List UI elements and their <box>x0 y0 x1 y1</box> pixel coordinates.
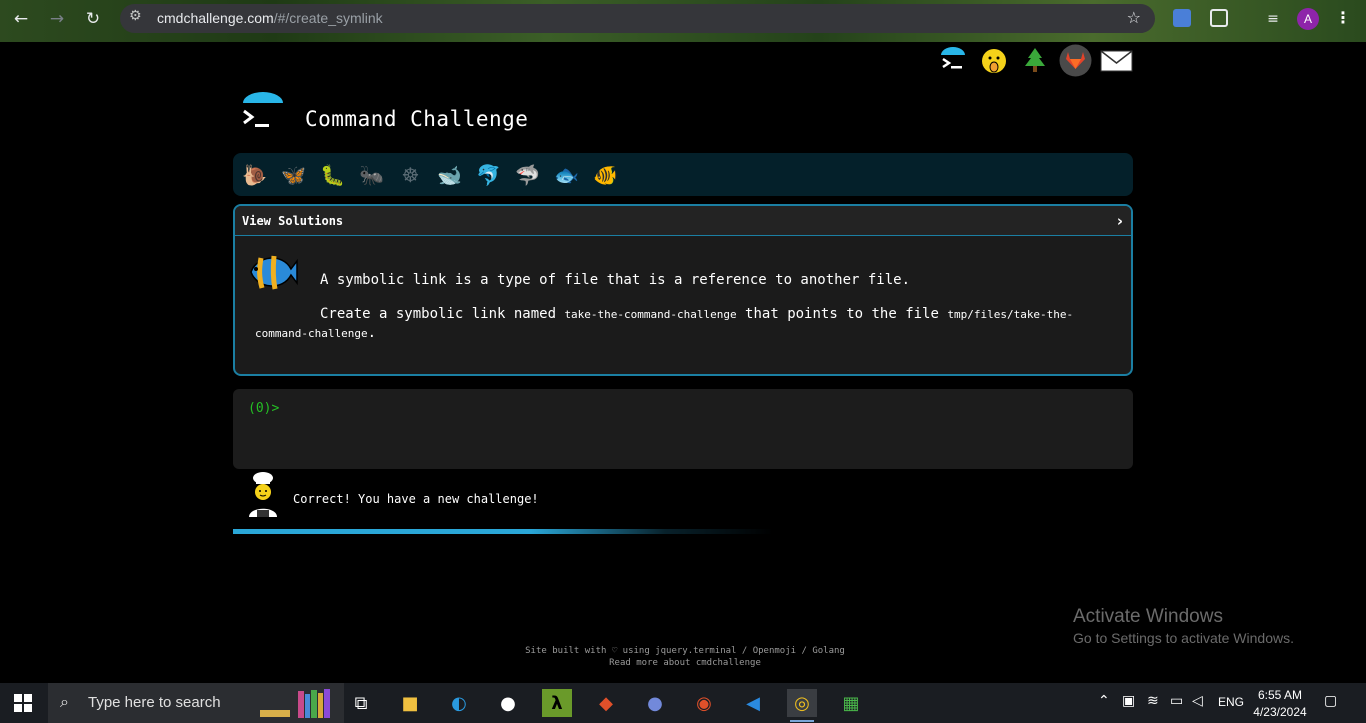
lambda-app-icon[interactable]: λ <box>542 689 572 717</box>
clock[interactable]: 6:55 AM 4/23/2024 <box>1250 687 1310 721</box>
fish-icon[interactable]: 🐟 <box>553 161 580 188</box>
footer-read-more-link[interactable]: Read more about cmdchallenge <box>460 657 910 669</box>
url-text[interactable]: cmdchallenge.com/#/create_symlink <box>157 10 383 26</box>
caterpillar-icon[interactable]: 🐛 <box>319 161 346 188</box>
discord-icon[interactable]: ● <box>640 689 670 717</box>
search-icon: ⌕ <box>60 692 69 711</box>
dolphin-icon[interactable]: 🐬 <box>475 161 502 188</box>
ship-wheel-icon[interactable]: ☸ <box>397 161 424 188</box>
chef-icon <box>249 472 277 517</box>
tree-icon[interactable] <box>1018 44 1051 77</box>
snail-icon[interactable]: 🐌 <box>241 161 268 188</box>
browser-toolbar: ← → ↻ ⚙ cmdchallenge.com/#/create_symlin… <box>0 0 1366 42</box>
terminal[interactable]: (0)> <box>233 389 1133 469</box>
progress-bar <box>233 529 773 534</box>
address-bar[interactable]: ⚙ cmdchallenge.com/#/create_symlink ☆ <box>120 4 1155 33</box>
top-links <box>936 44 1133 77</box>
gitlab-icon[interactable] <box>1059 44 1092 77</box>
butterfly-icon[interactable]: 🦋 <box>280 161 307 188</box>
clock-date: 4/23/2024 <box>1253 705 1307 719</box>
clock-time: 6:55 AM <box>1257 688 1303 702</box>
volume-icon[interactable]: ◁ <box>1192 693 1203 709</box>
notepad-icon[interactable]: ▦ <box>836 689 866 717</box>
search-placeholder: Type here to search <box>88 694 221 711</box>
footer: Site built with ♡ using jquery.terminal … <box>460 645 910 669</box>
battery-icon[interactable]: ▭ <box>1170 693 1183 709</box>
terminal-prompt: (0)> <box>248 401 280 416</box>
meet-now-icon[interactable]: ▣ <box>1122 693 1135 709</box>
level-strip: 🐌 🦋 🐛 🐜 ☸ 🐋 🐬 🦈 🐟 🐠 <box>233 153 1133 196</box>
link-name-code: take-the-command-challenge <box>564 308 737 321</box>
task-view-icon[interactable]: ⧉ <box>346 689 376 717</box>
back-icon[interactable]: ← <box>10 8 32 30</box>
notifications-icon[interactable]: ▢ <box>1324 693 1337 709</box>
forward-icon[interactable]: → <box>46 8 68 30</box>
chrome-icon[interactable]: ◎ <box>787 689 817 722</box>
cmdchallenge-logo-icon[interactable] <box>240 92 286 136</box>
taskbar-search[interactable]: ⌕ Type here to search <box>48 683 344 723</box>
tray-overflow-icon[interactable]: ⌃ <box>1098 693 1110 709</box>
view-solutions-toggle[interactable]: View Solutions › <box>235 206 1131 236</box>
whale-icon[interactable]: 🐋 <box>436 161 463 188</box>
challenge-description-intro: A symbolic link is a type of file that i… <box>320 272 911 288</box>
books-icon <box>260 689 330 718</box>
ant-icon[interactable]: 🐜 <box>358 161 385 188</box>
site-settings-icon[interactable]: ⚙ <box>129 8 142 24</box>
oops-face-icon[interactable] <box>977 44 1010 77</box>
file-explorer-icon[interactable]: ■ <box>395 689 425 717</box>
ubuntu-icon[interactable]: ◉ <box>689 689 719 717</box>
activate-windows-watermark: Activate Windows Go to Settings to activ… <box>1073 606 1294 646</box>
windows-start-icon[interactable] <box>14 694 32 712</box>
profile-avatar[interactable]: A <box>1297 8 1319 30</box>
language-indicator[interactable]: ENG <box>1218 695 1244 709</box>
challenge-description-task: Create a symbolic link named take-the-co… <box>255 306 1074 341</box>
translate-extension-icon[interactable] <box>1173 9 1191 27</box>
bookmark-star-icon[interactable]: ☆ <box>1127 8 1141 27</box>
github-desktop-icon[interactable]: ● <box>493 689 523 717</box>
git-icon[interactable]: ◆ <box>591 689 621 717</box>
taskbar: ⌕ Type here to search ⧉ ■ ◐ ● λ ◆ ● ◉ ◀ … <box>0 683 1366 723</box>
edge-icon[interactable]: ◐ <box>444 689 474 717</box>
reload-icon[interactable]: ↻ <box>82 8 104 30</box>
extensions-puzzle-icon[interactable] <box>1210 9 1228 27</box>
watermark-title: Activate Windows <box>1073 606 1223 627</box>
page-title: Command Challenge <box>305 107 529 131</box>
chevron-right-icon[interactable]: › <box>1117 212 1123 230</box>
tropical-fish-icon[interactable]: 🐠 <box>592 161 619 188</box>
shark-icon[interactable]: 🦈 <box>514 161 541 188</box>
challenge-card: View Solutions › A symbolic link is a ty… <box>233 204 1133 376</box>
watermark-subtitle: Go to Settings to activate Windows. <box>1073 630 1294 646</box>
vscode-icon[interactable]: ◀ <box>738 689 768 717</box>
footer-credits[interactable]: Site built with ♡ using jquery.terminal … <box>460 645 910 657</box>
tropical-fish-icon <box>250 255 298 290</box>
media-control-icon[interactable]: ≡ <box>1262 8 1284 30</box>
status-message: Correct! You have a new challenge! <box>293 492 539 506</box>
email-icon[interactable] <box>1100 44 1133 77</box>
wifi-icon[interactable]: ≋ <box>1147 693 1159 709</box>
view-solutions-label: View Solutions <box>242 214 344 228</box>
cmdchallenge-home-icon[interactable] <box>936 44 969 77</box>
menu-dots-icon[interactable]: ⋮ <box>1335 8 1351 27</box>
